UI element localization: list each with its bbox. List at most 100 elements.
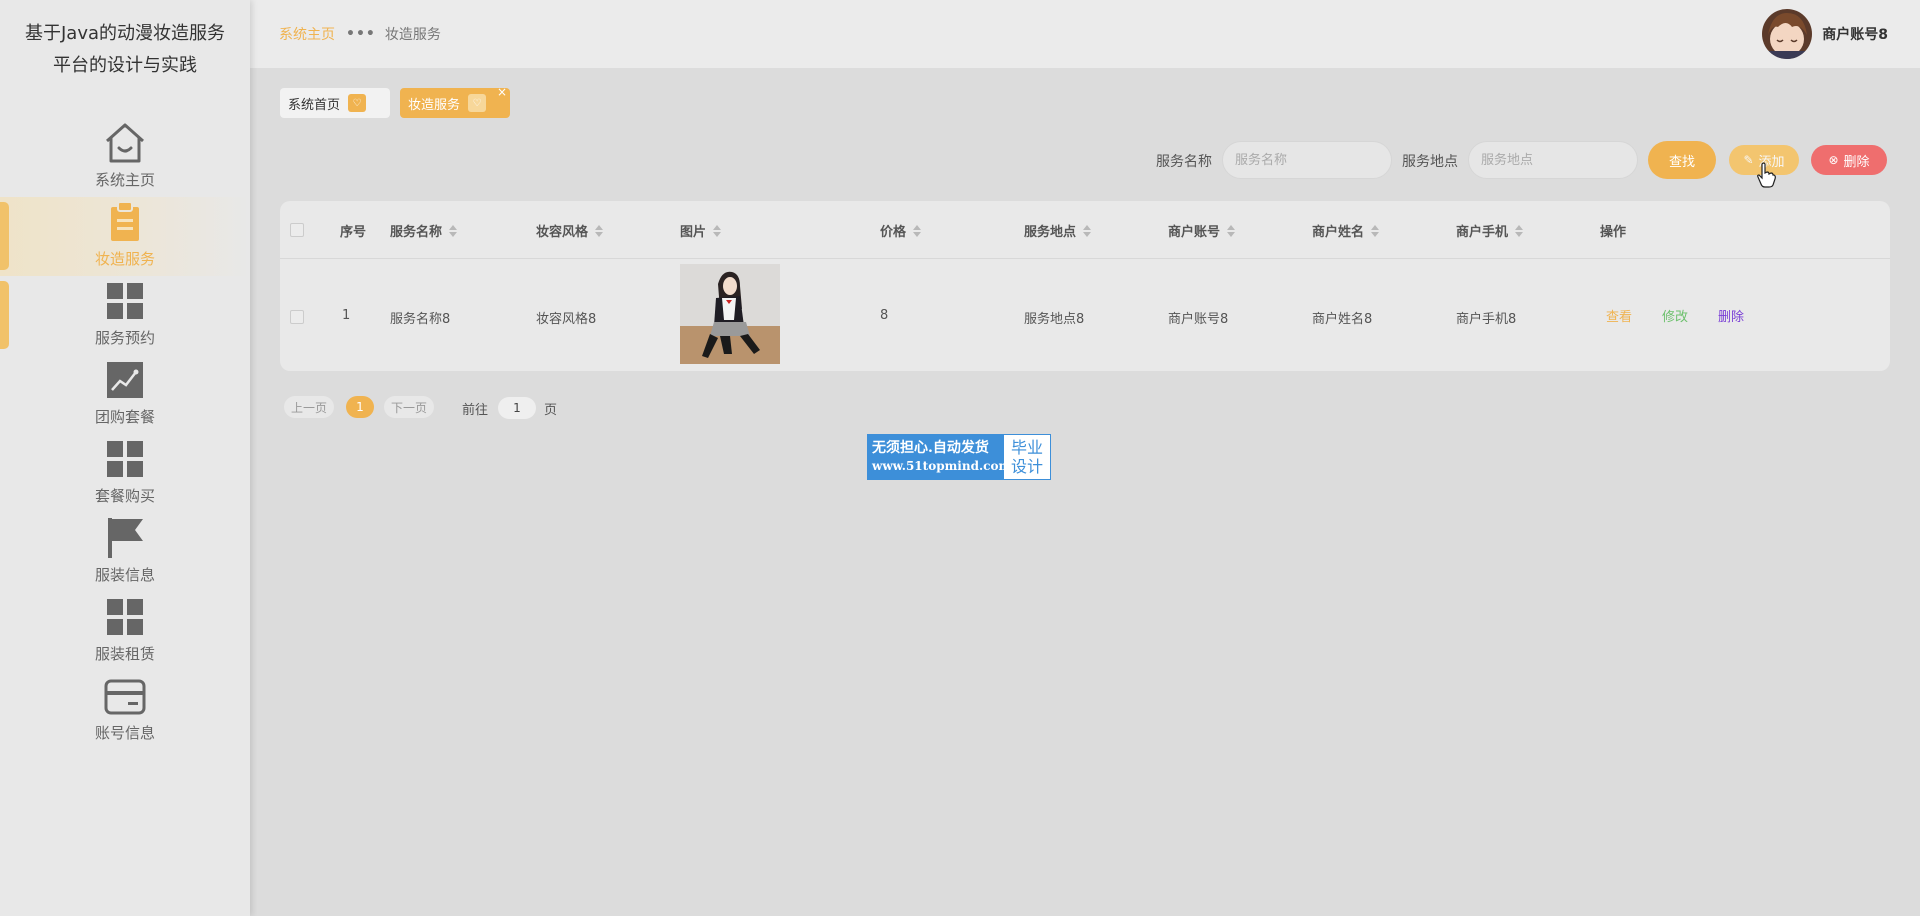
prev-page-button[interactable]: 上一页 <box>284 396 334 418</box>
tab-home-label: 系统首页 <box>288 97 341 113</box>
flag-icon <box>108 518 143 558</box>
cell-index: 1 <box>342 308 351 323</box>
service-name-label: 服务名称 <box>1156 154 1212 170</box>
column-header-label: 服务地点 <box>1024 225 1077 240</box>
sidebar-item-label: 团购套餐 <box>94 408 155 426</box>
goto-page-input[interactable]: 1 <box>498 397 536 419</box>
watermark-line1: 无须担心.自动发货 <box>872 440 989 456</box>
cell-name: 服务名称8 <box>390 312 451 327</box>
service-name-input[interactable] <box>1222 141 1392 179</box>
pencil-icon: ✎ <box>1743 153 1754 167</box>
grid-icon <box>107 599 143 635</box>
delete-link[interactable]: 删除 <box>1718 306 1744 325</box>
tab-active-label: 妆造服务 <box>408 97 461 113</box>
active-indicator <box>0 202 9 270</box>
sidebar-item-appointment[interactable]: 服务预约 <box>0 276 250 355</box>
cell-price: 8 <box>880 308 889 323</box>
sort-icon[interactable] <box>595 224 604 237</box>
sidebar-item-package-purchase[interactable]: 套餐购买 <box>0 434 250 513</box>
sidebar: 基于Java的动漫妆造服务 平台的设计与实践 系统主页 妆造服务 服务预约 团购… <box>0 0 250 916</box>
cell-account: 商户账号8 <box>1168 312 1229 327</box>
hand-cursor-icon <box>1757 162 1776 188</box>
grid-icon <box>107 441 143 477</box>
sidebar-item-costume-info[interactable]: 服装信息 <box>0 513 250 592</box>
column-header-label: 妆容风格 <box>536 225 589 240</box>
table-header: 序号 服务名称 妆容风格 图片 价格 服务地点 商户账号 商户姓名 商户手机 操… <box>280 201 1890 259</box>
column-header-actions: 操作 <box>1600 221 1626 240</box>
watermark-line2: www.51topmind.com <box>872 459 1012 473</box>
watermark-left: 无须担心.自动发货 www.51topmind.com <box>868 435 1012 479</box>
sort-icon[interactable] <box>713 224 722 237</box>
close-icon[interactable]: × <box>497 85 507 99</box>
sidebar-nav: 系统主页 妆造服务 服务预约 团购套餐 套餐购买 服装信息 服装租赁 账号信息 <box>0 118 250 750</box>
sort-icon[interactable] <box>1083 224 1092 237</box>
sidebar-item-label: 系统主页 <box>94 171 155 189</box>
delete-button[interactable]: ⊗ 删除 <box>1811 145 1887 175</box>
watermark-banner: 无须担心.自动发货 www.51topmind.com 毕业 设计 <box>867 434 1051 480</box>
delete-button-label: 删除 <box>1843 154 1870 170</box>
avatar[interactable] <box>1762 9 1813 59</box>
column-header-style[interactable]: 妆容风格 <box>536 221 604 240</box>
column-header-name[interactable]: 服务名称 <box>390 221 458 240</box>
next-page-button[interactable]: 下一页 <box>384 396 434 418</box>
clipboard-icon <box>111 201 139 241</box>
column-header-phone[interactable]: 商户手机 <box>1456 221 1524 240</box>
watermark-right: 毕业 设计 <box>1004 435 1050 479</box>
service-image[interactable] <box>680 264 780 364</box>
search-button-label: 查找 <box>1668 154 1695 170</box>
sidebar-item-account-info[interactable]: 账号信息 <box>0 671 250 750</box>
column-header-label: 图片 <box>680 225 707 240</box>
column-header-label: 序号 <box>340 225 367 240</box>
column-header-label: 商户姓名 <box>1312 225 1365 240</box>
tab-home[interactable]: 系统首页 ♡ <box>280 88 390 118</box>
sidebar-item-home[interactable]: 系统主页 <box>0 118 250 197</box>
row-checkbox[interactable] <box>290 310 304 324</box>
column-header-label: 服务名称 <box>390 225 443 240</box>
sidebar-item-makeup-service[interactable]: 妆造服务 <box>0 197 250 349</box>
sort-icon[interactable] <box>449 224 458 237</box>
column-header-label: 价格 <box>880 225 907 240</box>
sort-icon[interactable] <box>1227 224 1236 237</box>
watermark-right-line1: 毕业 <box>1010 438 1043 457</box>
column-header-label: 商户账号 <box>1168 225 1221 240</box>
cell-location: 服务地点8 <box>1024 312 1085 327</box>
page-number-current[interactable]: 1 <box>346 396 374 418</box>
sidebar-item-label: 服装租赁 <box>94 645 155 663</box>
service-location-label: 服务地点 <box>1402 154 1458 170</box>
top-header: 系统主页 ••• 妆造服务 商户账号8 <box>250 0 1920 68</box>
breadcrumb-current: 妆造服务 <box>384 27 441 43</box>
column-header-index: 序号 <box>340 221 366 240</box>
page-unit-label: 页 <box>544 403 558 418</box>
column-header-merchant-name[interactable]: 商户姓名 <box>1312 221 1380 240</box>
column-header-image[interactable]: 图片 <box>680 221 722 240</box>
app-title: 基于Java的动漫妆造服务 平台的设计与实践 <box>0 18 250 82</box>
view-link[interactable]: 查看 <box>1606 306 1632 325</box>
sort-icon[interactable] <box>1515 224 1524 237</box>
sidebar-item-costume-rental[interactable]: 服装租赁 <box>0 592 250 671</box>
data-table: 序号 服务名称 妆容风格 图片 价格 服务地点 商户账号 商户姓名 商户手机 操… <box>280 201 1890 371</box>
column-header-location[interactable]: 服务地点 <box>1024 221 1092 240</box>
sidebar-item-label: 妆造服务 <box>94 250 155 268</box>
column-header-account[interactable]: 商户账号 <box>1168 221 1236 240</box>
card-icon <box>104 679 146 715</box>
grid-icon <box>107 283 143 319</box>
sort-icon[interactable] <box>1371 224 1380 237</box>
user-name[interactable]: 商户账号8 <box>1822 24 1888 44</box>
user-menu[interactable]: 商户账号8 <box>1762 9 1888 59</box>
tab-makeup-service[interactable]: 妆造服务 ♡ × <box>400 85 510 118</box>
sidebar-item-label: 服装信息 <box>94 566 155 584</box>
edit-link[interactable]: 修改 <box>1662 306 1688 325</box>
cell-style: 妆容风格8 <box>536 312 597 327</box>
column-header-price[interactable]: 价格 <box>880 221 922 240</box>
breadcrumb: 系统主页 ••• 妆造服务 <box>279 24 441 44</box>
search-button[interactable]: 查找 <box>1648 141 1716 179</box>
column-header-label: 操作 <box>1600 225 1627 240</box>
service-location-input[interactable] <box>1468 141 1638 179</box>
heart-icon: ♡ <box>468 94 487 112</box>
select-all-checkbox[interactable] <box>290 223 304 237</box>
sidebar-item-group-package[interactable]: 团购套餐 <box>0 355 250 434</box>
goto-label: 前往 <box>462 403 489 418</box>
breadcrumb-home-link[interactable]: 系统主页 <box>279 24 335 44</box>
sort-icon[interactable] <box>913 224 922 237</box>
sidebar-item-label: 套餐购买 <box>94 487 155 505</box>
